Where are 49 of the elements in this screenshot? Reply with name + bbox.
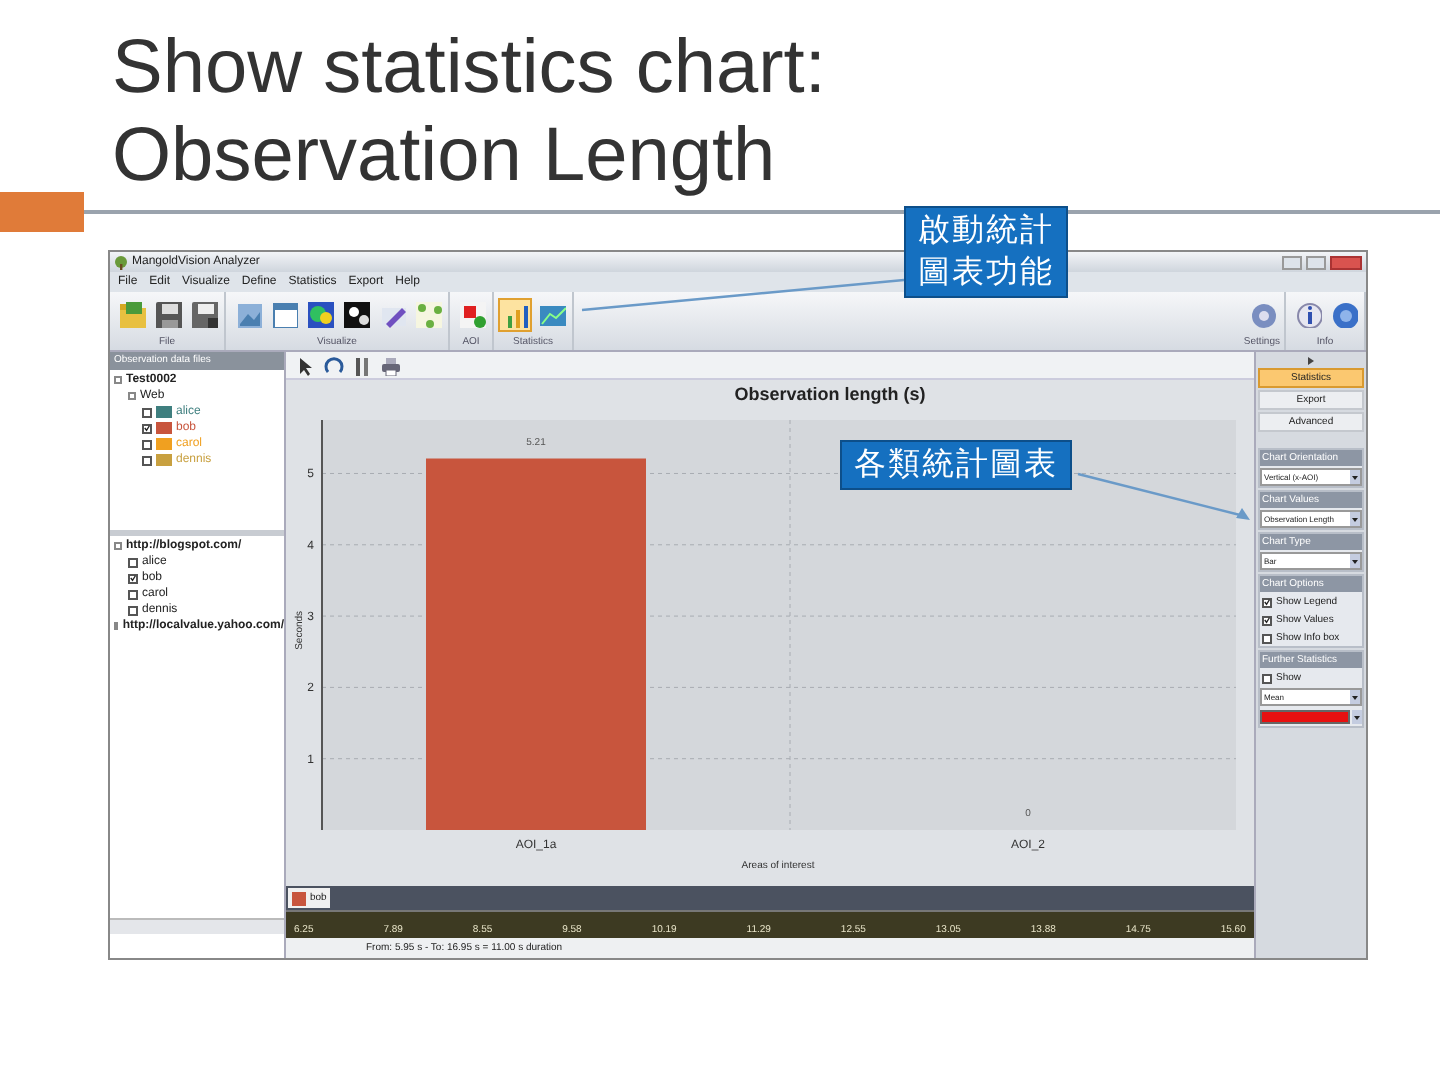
- scrollbar[interactable]: [110, 918, 284, 934]
- shapes-icon: [457, 300, 485, 328]
- refresh-icon: [323, 355, 343, 375]
- checkbox[interactable]: [1262, 633, 1272, 643]
- dropdown-arrow-icon: [1352, 709, 1362, 723]
- folder-icon: [117, 300, 145, 328]
- checkbox[interactable]: [142, 439, 152, 449]
- heatmap-icon: [305, 300, 333, 328]
- toolbar-button[interactable]: [150, 297, 184, 331]
- dropdown-arrow-icon: [1350, 690, 1360, 704]
- checkbox[interactable]: [128, 557, 138, 567]
- toolbar-button[interactable]: [294, 354, 316, 376]
- toolbar-button[interactable]: [302, 297, 336, 331]
- arrow-icon: [1306, 356, 1316, 366]
- pointer-icon: [295, 355, 315, 375]
- info-icon: [1293, 300, 1321, 328]
- dots-icon: [341, 300, 369, 328]
- tree-icon: [114, 255, 128, 269]
- printer-icon: [379, 355, 399, 375]
- callout-box: 啟動統計 圖表功能: [904, 206, 1068, 298]
- slide-title: Show statistics chart:: [112, 24, 826, 112]
- checkbox[interactable]: [142, 407, 152, 417]
- checkbox[interactable]: [128, 589, 138, 599]
- close-button[interactable]: [1330, 255, 1362, 269]
- checkbox[interactable]: [142, 423, 152, 433]
- toolbar-button[interactable]: [186, 297, 220, 331]
- toolbar-button[interactable]: [322, 354, 344, 376]
- expander-icon[interactable]: [114, 622, 119, 630]
- checkbox[interactable]: [1262, 673, 1272, 683]
- checkbox[interactable]: [128, 573, 138, 583]
- chart-title: Observation length (s): [732, 382, 926, 408]
- image-icon: [233, 300, 261, 328]
- toolbar-button[interactable]: [338, 297, 372, 331]
- dropdown-arrow-icon: [1350, 554, 1360, 568]
- callout-box: 各類統計圖表: [840, 440, 1072, 490]
- slide-title: Observation Length: [112, 112, 776, 200]
- chart-icon: [537, 300, 565, 328]
- color-picker[interactable]: [1260, 709, 1350, 723]
- expander-icon[interactable]: [114, 542, 122, 550]
- checkbox[interactable]: [142, 455, 152, 465]
- accent-block: [0, 192, 84, 232]
- checkbox[interactable]: [1262, 615, 1272, 625]
- window-icon: [269, 300, 297, 328]
- checkbox[interactable]: [1262, 597, 1272, 607]
- dropdown-arrow-icon: [1350, 470, 1360, 484]
- checkbox[interactable]: [128, 605, 138, 615]
- tools-icon: [351, 355, 371, 375]
- dropdown-arrow-icon: [1350, 512, 1360, 526]
- toolbar-button[interactable]: [350, 354, 372, 376]
